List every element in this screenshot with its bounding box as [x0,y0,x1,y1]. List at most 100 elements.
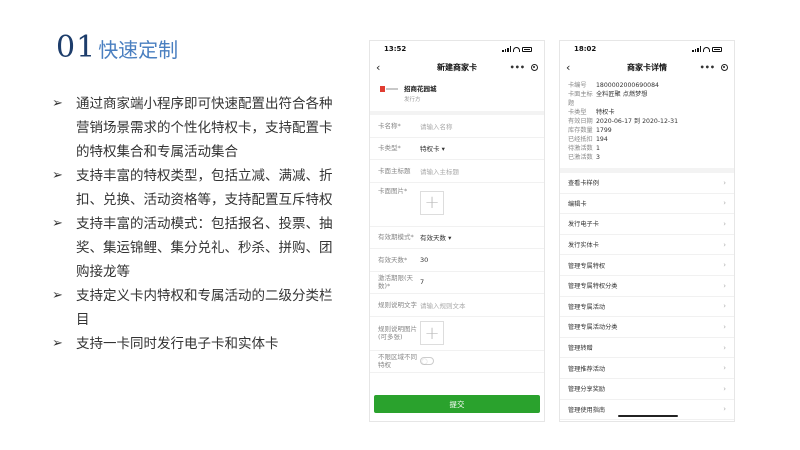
phone-card-detail: 18:02 ‹ 商家卡详情 ••• 卡编号 1800002000690084 卡面… [559,40,735,422]
feature-item: ➢ 支持丰富的活动模式：包括报名、投票、抽奖、集运锦鲤、集分兑礼、秒杀、拼购、团购… [52,212,342,284]
back-icon[interactable]: ‹ [376,61,406,74]
feature-list: ➢ 通过商家端小程序即可快速配置出符合各种营销场景需求的个性化特权卡，支持配置卡的… [52,92,342,356]
card-name-input[interactable]: 请输入名称 [420,121,453,131]
title-text: 快速定制 [98,38,179,62]
activation-days-row[interactable]: 激活期限(天数)* 7 [370,272,544,294]
status-time: 18:02 [574,45,597,53]
home-indicator [618,415,678,417]
arrow-bullet-icon: ➢ [52,216,63,231]
close-target-icon[interactable] [531,63,538,71]
battery-icon [522,46,532,52]
phone-create-card: 13:52 ‹ 新建商家卡 ••• 招商花园城 发行方 卡名称* 请输入名称 卡… [369,40,545,422]
wifi-icon [513,46,520,52]
close-target-icon[interactable] [721,63,728,71]
arrow-bullet-icon: ➢ [52,336,63,351]
arrow-bullet-icon: ➢ [52,96,63,111]
menu-item-view-sample[interactable]: 查看卡样例 › [560,173,734,194]
chevron-right-icon: › [723,199,726,208]
card-name-row[interactable]: 卡名称* 请输入名称 [370,115,544,138]
more-icon[interactable]: ••• [510,63,525,72]
info-row: 卡编号 1800002000690084 [568,82,659,89]
card-name-label: 卡名称* [378,121,401,130]
more-icon[interactable]: ••• [700,63,715,72]
back-icon[interactable]: ‹ [566,61,596,74]
chevron-right-icon: › [723,364,726,373]
submit-button[interactable]: 提交 [374,395,540,413]
status-bar: 13:52 [370,41,544,57]
card-image-row: 卡面图片* + [370,183,544,227]
card-subtitle-row[interactable]: 卡面主标题 请输入主标题 [370,160,544,183]
chevron-right-icon: › [723,384,726,393]
slide-title: 01 快速定制 [56,30,178,65]
status-bar: 18:02 [560,41,734,57]
activation-days-label: 激活期限(天数)* [378,274,414,291]
card-type-row[interactable]: 卡类型* 特权卡 ▾ [370,138,544,160]
menu-item-guide[interactable]: 管理使用指南 › [560,400,734,421]
signal-icon [692,46,701,52]
info-row: 库存数量 1799 [568,127,612,134]
menu-item-issue-physical[interactable]: 发行实体卡 › [560,235,734,256]
rule-text-label: 规则说明文字 [378,300,417,309]
info-row: 已激活数 3 [568,154,600,161]
card-subtitle-input[interactable]: 请输入主标题 [420,166,459,176]
valid-days-input[interactable]: 30 [420,256,428,264]
page-title: 新建商家卡 [437,62,477,72]
slide: 01 快速定制 ➢ 通过商家端小程序即可快速配置出符合各种营销场景需求的个性化特权… [0,0,800,450]
info-row: 卡面主标题 全料匠聚 点燃梦想 [568,91,648,107]
no-distinct-toggle[interactable] [420,357,434,366]
info-row: 有效日期 2020-06-17 到 2020-12-31 [568,118,679,125]
menu-item-edit-card[interactable]: 编辑卡 › [560,194,734,215]
menu-item-activities[interactable]: 管理专属活动 › [560,297,734,318]
feature-item: ➢ 支持一卡同时发行电子卡和实体卡 [52,332,342,356]
chevron-right-icon: › [723,343,726,352]
rule-text-input[interactable]: 请输入规则文本 [420,300,466,310]
no-distinct-label: 不限区域不同特权 [378,353,417,370]
menu-item-activity-categories[interactable]: 管理专属活动分类 › [560,317,734,338]
action-menu: 查看卡样例 › 编辑卡 › 发行电子卡 › 发行实体卡 › 管理专属特权 › 管理专属特权… [560,173,734,421]
info-row: 已经抵扣 194 [568,136,608,143]
validity-mode-label: 有效期模式* [378,233,414,242]
menu-item-recommend[interactable]: 管理推荐活动 › [560,358,734,379]
battery-icon [712,46,722,52]
feature-text: 支持丰富的活动模式：包括报名、投票、抽奖、集运锦鲤、集分兑礼、秒杀、拼购、团购接… [76,216,333,280]
arrow-bullet-icon: ➢ [52,288,63,303]
card-subtitle-label: 卡面主标题 [378,166,411,175]
add-image-icon[interactable]: + [420,321,444,345]
feature-text: 支持定义卡内特权和专属活动的二级分类栏目 [76,288,333,328]
menu-item-privileges[interactable]: 管理专属特权 › [560,255,734,276]
chevron-right-icon: › [723,261,726,270]
feature-text: 支持一卡同时发行电子卡和实体卡 [76,336,279,352]
info-row: 卡类型 特权卡 [568,109,615,116]
shop-sub: 发行方 [404,97,421,103]
chevron-right-icon: › [723,405,726,414]
chevron-right-icon: › [723,178,726,187]
shop-logo-icon [380,86,398,92]
validity-mode-select[interactable]: 有效天数 ▾ [420,232,451,242]
card-info: 卡编号 1800002000690084 卡面主标题 全料匠聚 点燃梦想 卡类型 特权… [560,77,734,173]
chevron-right-icon: › [723,281,726,290]
feature-item: ➢ 通过商家端小程序即可快速配置出符合各种营销场景需求的个性化特权卡，支持配置卡的… [52,92,342,164]
menu-item-share-rewards[interactable]: 管理分享奖励 › [560,379,734,400]
activation-days-input[interactable]: 7 [420,278,424,286]
rule-image-label: 规则说明图片(可多张) [378,325,417,341]
rule-image-row: 规则说明图片(可多张) + [370,317,544,351]
signal-icon [502,46,511,52]
validity-mode-row[interactable]: 有效期模式* 有效天数 ▾ [370,227,544,249]
feature-item: ➢ 支持定义卡内特权和专属活动的二级分类栏目 [52,284,342,332]
chevron-right-icon: › [723,322,726,331]
chevron-right-icon: › [723,219,726,228]
feature-text: 通过商家端小程序即可快速配置出符合各种营销场景需求的个性化特权卡，支持配置卡的特… [76,96,333,160]
card-type-label: 卡类型* [378,144,401,153]
valid-days-row[interactable]: 有效天数* 30 [370,249,544,272]
menu-item-privilege-categories[interactable]: 管理专属特权分类 › [560,276,734,297]
rule-text-row[interactable]: 规则说明文字 请输入规则文本 [370,294,544,317]
status-time: 13:52 [384,45,407,53]
feature-item: ➢ 支持丰富的特权类型，包括立减、满减、折扣、兑换、活动资格等，支持配置互斥特权 [52,164,342,212]
add-image-icon[interactable]: + [420,190,444,215]
feature-text: 支持丰富的特权类型，包括立减、满减、折扣、兑换、活动资格等，支持配置互斥特权 [76,168,333,208]
menu-item-issue-ecard[interactable]: 发行电子卡 › [560,214,734,235]
nav-bar: ‹ 商家卡详情 ••• [560,57,734,77]
card-type-select[interactable]: 特权卡 ▾ [420,143,445,153]
menu-item-transfers[interactable]: 管理转赠 › [560,338,734,359]
card-image-label: 卡面图片* [378,186,408,195]
